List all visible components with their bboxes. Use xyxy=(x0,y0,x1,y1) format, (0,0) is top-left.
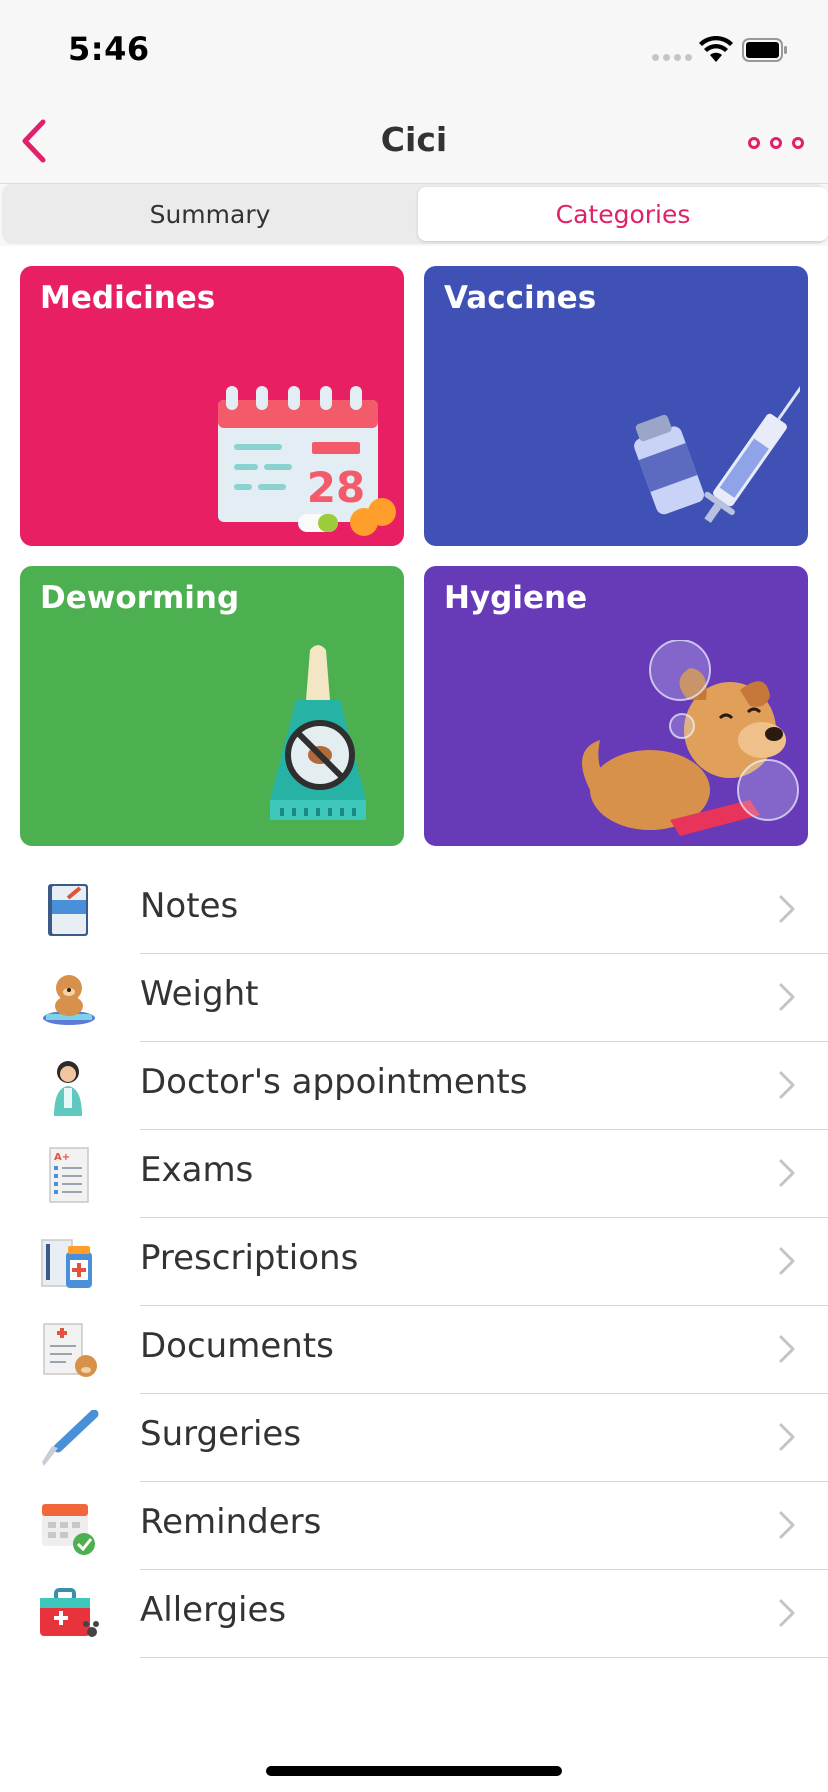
list-item-label: Reminders xyxy=(140,1502,322,1542)
category-card-deworming[interactable]: Deworming xyxy=(20,566,404,846)
card-title: Vaccines xyxy=(444,280,597,316)
category-card-medicines[interactable]: Medicines 28 xyxy=(20,266,404,546)
list-item-label: Exams xyxy=(140,1150,254,1190)
tab-categories[interactable]: Categories xyxy=(418,187,828,241)
more-dot-icon xyxy=(792,137,804,149)
list-item-label: Doctor's appointments xyxy=(140,1062,528,1102)
more-dot-icon xyxy=(770,137,782,149)
list-item-label: Prescriptions xyxy=(140,1238,359,1278)
list-item-reminders[interactable]: Reminders xyxy=(0,1482,828,1570)
chevron-right-icon xyxy=(779,1159,795,1187)
chevron-right-icon xyxy=(779,1335,795,1363)
category-card-vaccines[interactable]: Vaccines xyxy=(424,266,808,546)
navigation-bar: Cici xyxy=(0,98,828,184)
exam-sheet-icon: A+ xyxy=(49,1147,89,1203)
list-item-allergies[interactable]: Allergies xyxy=(0,1570,828,1658)
more-options-button[interactable] xyxy=(748,128,804,158)
list-item-surgeries[interactable]: Surgeries xyxy=(0,1394,828,1482)
card-title: Hygiene xyxy=(444,580,588,616)
category-card-hygiene[interactable]: Hygiene xyxy=(424,566,808,846)
prescription-icon xyxy=(41,1239,92,1288)
more-dot-icon xyxy=(748,137,760,149)
battery-icon xyxy=(742,38,787,62)
document-icon xyxy=(43,1323,97,1377)
page-title: Cici xyxy=(380,120,448,159)
scalpel-icon xyxy=(42,1410,99,1466)
chevron-right-icon xyxy=(779,895,795,923)
home-indicator[interactable] xyxy=(266,1766,562,1776)
status-time: 5:46 xyxy=(68,30,150,68)
vaccine-syringe-icon xyxy=(634,377,800,523)
divider xyxy=(140,1657,828,1658)
svg-text:A+: A+ xyxy=(54,1152,70,1163)
chevron-right-icon xyxy=(779,1247,795,1275)
flea-treatment-tube-icon xyxy=(270,645,366,820)
status-bar: 5:46 xyxy=(0,0,828,98)
list-item-label: Weight xyxy=(140,974,259,1014)
segmented-control-container: Summary Categories xyxy=(0,184,828,246)
chevron-right-icon xyxy=(779,1599,795,1627)
chevron-right-icon xyxy=(779,983,795,1011)
card-title: Medicines xyxy=(40,280,216,316)
list-item-label: Notes xyxy=(140,886,239,926)
cellular-signal-icon xyxy=(652,54,692,61)
calendar-day-text: 28 xyxy=(307,463,365,512)
dog-scale-icon xyxy=(43,975,95,1025)
wifi-icon xyxy=(699,36,733,62)
dog-bubbles-icon xyxy=(582,640,799,836)
segmented-control: Summary Categories xyxy=(2,184,828,244)
tab-summary[interactable]: Summary xyxy=(5,187,415,241)
list-item-label: Allergies xyxy=(140,1590,287,1630)
list-item-doctors-appointments[interactable]: Doctor's appointments xyxy=(0,1042,828,1130)
chevron-right-icon xyxy=(779,1511,795,1539)
calendar-pills-icon: 28 xyxy=(218,386,396,536)
chevron-right-icon xyxy=(779,1423,795,1451)
notebook-icon xyxy=(48,884,88,936)
chevron-right-icon xyxy=(779,1071,795,1099)
list-item-weight[interactable]: Weight xyxy=(0,954,828,1042)
list-item-exams[interactable]: A+ Exams xyxy=(0,1130,828,1218)
calendar-check-icon xyxy=(42,1504,95,1555)
first-aid-kit-icon xyxy=(40,1588,99,1637)
list-item-documents[interactable]: Documents xyxy=(0,1306,828,1394)
list-item-notes[interactable]: Notes xyxy=(0,866,828,954)
list-item-label: Documents xyxy=(140,1326,334,1366)
list-item-label: Surgeries xyxy=(140,1414,302,1454)
category-list: Notes Weight Doctor's appointments A+ Ex… xyxy=(0,866,828,1658)
card-title: Deworming xyxy=(40,580,240,616)
list-item-prescriptions[interactable]: Prescriptions xyxy=(0,1218,828,1306)
doctor-icon xyxy=(54,1061,82,1116)
